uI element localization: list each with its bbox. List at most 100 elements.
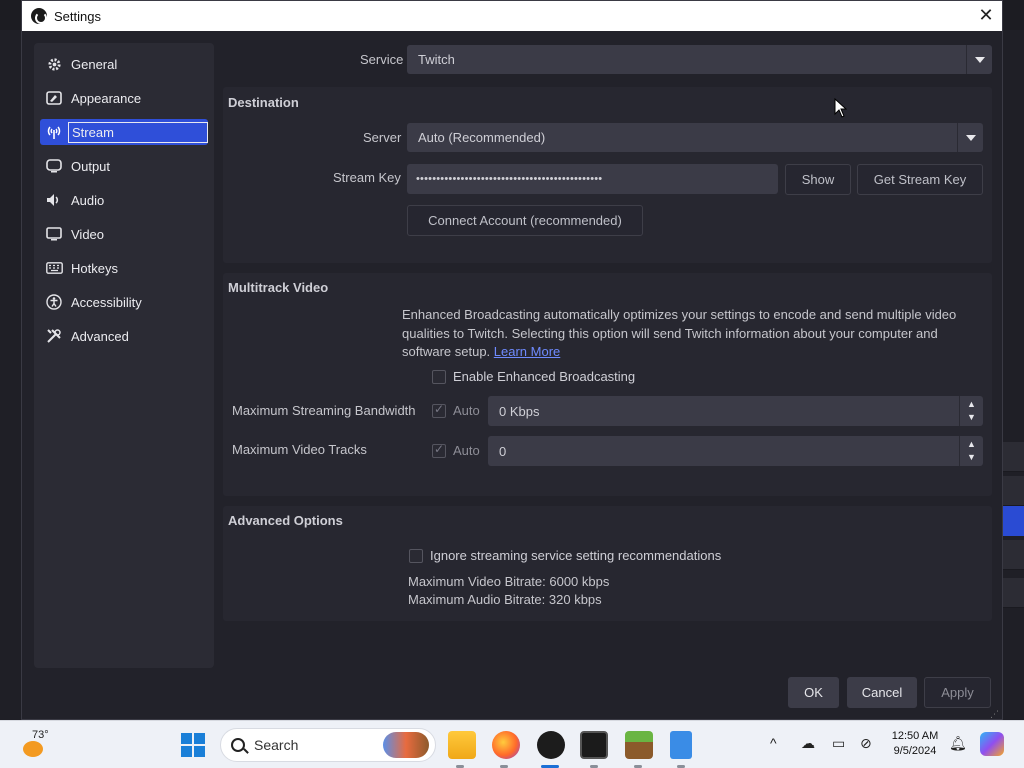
sidebar-item-audio[interactable]: Audio <box>40 187 208 213</box>
bandwidth-label: Maximum Streaming Bandwidth <box>232 403 416 418</box>
firefox-icon[interactable] <box>492 731 520 759</box>
accessibility-icon <box>45 293 63 311</box>
gear-icon <box>45 55 63 73</box>
show-key-button[interactable]: Show <box>785 164 851 195</box>
sidebar-item-label: Video <box>71 226 105 242</box>
sidebar-item-label: Hotkeys <box>71 260 118 276</box>
video-tracks-value: 0 <box>499 443 507 459</box>
copilot-icon[interactable] <box>980 732 1004 756</box>
bandwidth-auto-label: Auto <box>453 403 480 418</box>
sidebar-item-label: General <box>71 56 118 72</box>
minecraft-icon[interactable] <box>625 731 653 759</box>
appearance-icon <box>45 89 63 107</box>
bandwidth-spinbox[interactable]: 0 Kbps ▲ ▼ <box>488 396 983 426</box>
mouse-cursor-icon <box>834 98 847 118</box>
obs-taskbar-icon[interactable] <box>537 731 565 759</box>
chevron-down-icon[interactable] <box>966 45 992 74</box>
video-tracks-auto-label: Auto <box>453 443 480 458</box>
sidebar-item-label: Output <box>71 158 111 174</box>
notification-bell-icon[interactable]: 🔔︎ <box>949 735 967 752</box>
display-icon[interactable]: ▭ <box>832 735 845 752</box>
speaker-icon <box>45 191 63 209</box>
obs-dock-item[interactable] <box>1003 442 1024 472</box>
service-dropdown[interactable]: Twitch <box>407 45 992 74</box>
obs-main-left-edge <box>0 30 22 720</box>
video-tracks-auto-checkbox[interactable] <box>432 442 446 458</box>
server-value: Auto (Recommended) <box>418 130 546 145</box>
bandwidth-auto-checkbox[interactable] <box>432 402 446 418</box>
sidebar-item-output[interactable]: Output <box>40 153 208 179</box>
max-video-bitrate-text: Maximum Video Bitrate: 6000 kbps <box>408 574 610 589</box>
destination-title: Destination <box>228 95 299 110</box>
max-audio-bitrate-text: Maximum Audio Bitrate: 320 kbps <box>408 592 602 607</box>
settings-dialog: Settings ✕ General Appearance Stream Out… <box>21 0 1003 720</box>
onedrive-icon[interactable]: ☁ <box>801 735 815 752</box>
sidebar-item-hotkeys[interactable]: Hotkeys <box>40 255 208 281</box>
server-dropdown[interactable]: Auto (Recommended) <box>407 123 983 152</box>
spin-arrows-icon[interactable]: ▲ ▼ <box>959 436 983 466</box>
chevron-down-icon[interactable] <box>957 123 983 152</box>
destination-section: Destination Server Auto (Recommended) St… <box>223 87 992 263</box>
sidebar-item-video[interactable]: Video <box>40 221 208 247</box>
search-highlight-icon <box>383 732 429 758</box>
keyboard-icon <box>45 259 63 277</box>
stream-key-label: Stream Key <box>333 170 401 185</box>
window-title: Settings <box>54 8 101 24</box>
resize-grip-icon[interactable]: ⋰ <box>990 709 999 720</box>
learn-more-link[interactable]: Learn More <box>494 344 560 359</box>
weather-widget[interactable]: 73° <box>20 727 60 763</box>
close-button[interactable]: ✕ <box>970 1 1002 31</box>
network-icon[interactable]: ⊘ <box>860 735 872 752</box>
search-placeholder: Search <box>254 737 299 753</box>
enable-enhanced-broadcasting-checkbox[interactable] <box>432 370 446 384</box>
enable-enhanced-broadcasting-label: Enable Enhanced Broadcasting <box>453 369 636 384</box>
advanced-options-section: Advanced Options Ignore streaming servic… <box>223 506 992 621</box>
weather-icon <box>23 741 43 757</box>
multitrack-description-text: Enhanced Broadcasting automatically opti… <box>402 307 957 359</box>
connect-account-button[interactable]: Connect Account (recommended) <box>407 205 643 236</box>
notepad-icon[interactable] <box>670 731 692 759</box>
video-tracks-label: Maximum Video Tracks <box>232 442 367 457</box>
multitrack-description: Enhanced Broadcasting automatically opti… <box>402 306 984 362</box>
cancel-button[interactable]: Cancel <box>847 677 917 708</box>
output-icon <box>45 157 63 175</box>
obs-dock-item[interactable] <box>1003 476 1024 506</box>
sidebar-item-stream[interactable]: Stream <box>40 119 208 145</box>
sidebar-item-label: Stream <box>68 121 208 143</box>
ok-button[interactable]: OK <box>788 677 839 708</box>
taskbar-clock[interactable]: 12:50 AM 9/5/2024 <box>880 729 950 759</box>
sidebar-item-general[interactable]: General <box>40 51 208 77</box>
sidebar-item-accessibility[interactable]: Accessibility <box>40 289 208 315</box>
taskbar-search-box[interactable]: Search <box>220 728 436 762</box>
ignore-recommendations-label: Ignore streaming service setting recomme… <box>430 548 722 563</box>
tray-overflow-chevron-icon[interactable]: ^ <box>770 735 777 751</box>
ignore-recommendations-checkbox[interactable] <box>409 549 423 563</box>
obs-main-right-edge <box>1003 30 1024 720</box>
obs-dock-selected-item[interactable] <box>1003 506 1024 536</box>
windows-taskbar: 73° Search ^ ☁ ▭ ⊘ 12:50 AM 9/5/2024 🔔︎ <box>0 720 1024 768</box>
obs-dock-item[interactable] <box>1003 578 1024 608</box>
apply-button[interactable]: Apply <box>924 677 991 708</box>
search-icon <box>231 738 245 752</box>
settings-sidebar: General Appearance Stream Output Audio V… <box>34 43 214 668</box>
video-tracks-spinbox[interactable]: 0 ▲ ▼ <box>488 436 983 466</box>
sidebar-item-label: Audio <box>71 192 105 208</box>
multitrack-title: Multitrack Video <box>228 280 329 295</box>
get-stream-key-button[interactable]: Get Stream Key <box>857 164 983 195</box>
sidebar-item-advanced[interactable]: Advanced <box>40 323 208 349</box>
sidebar-item-label: Advanced <box>71 328 129 344</box>
obs-dock-item[interactable] <box>1003 540 1024 570</box>
weather-temperature: 73° <box>32 729 49 741</box>
clock-date: 9/5/2024 <box>893 745 937 757</box>
server-label: Server <box>363 130 402 145</box>
spin-arrows-icon[interactable]: ▲ ▼ <box>959 396 983 426</box>
tools-icon <box>45 327 63 345</box>
sidebar-item-appearance[interactable]: Appearance <box>40 85 208 111</box>
terminal-icon[interactable] <box>580 731 608 759</box>
file-explorer-icon[interactable] <box>448 731 476 759</box>
advanced-options-title: Advanced Options <box>228 513 343 528</box>
stream-key-input[interactable]: ••••••••••••••••••••••••••••••••••••••••… <box>407 164 778 194</box>
bandwidth-value: 0 Kbps <box>499 403 540 419</box>
monitor-icon <box>45 225 63 243</box>
windows-start-icon[interactable] <box>181 733 205 757</box>
